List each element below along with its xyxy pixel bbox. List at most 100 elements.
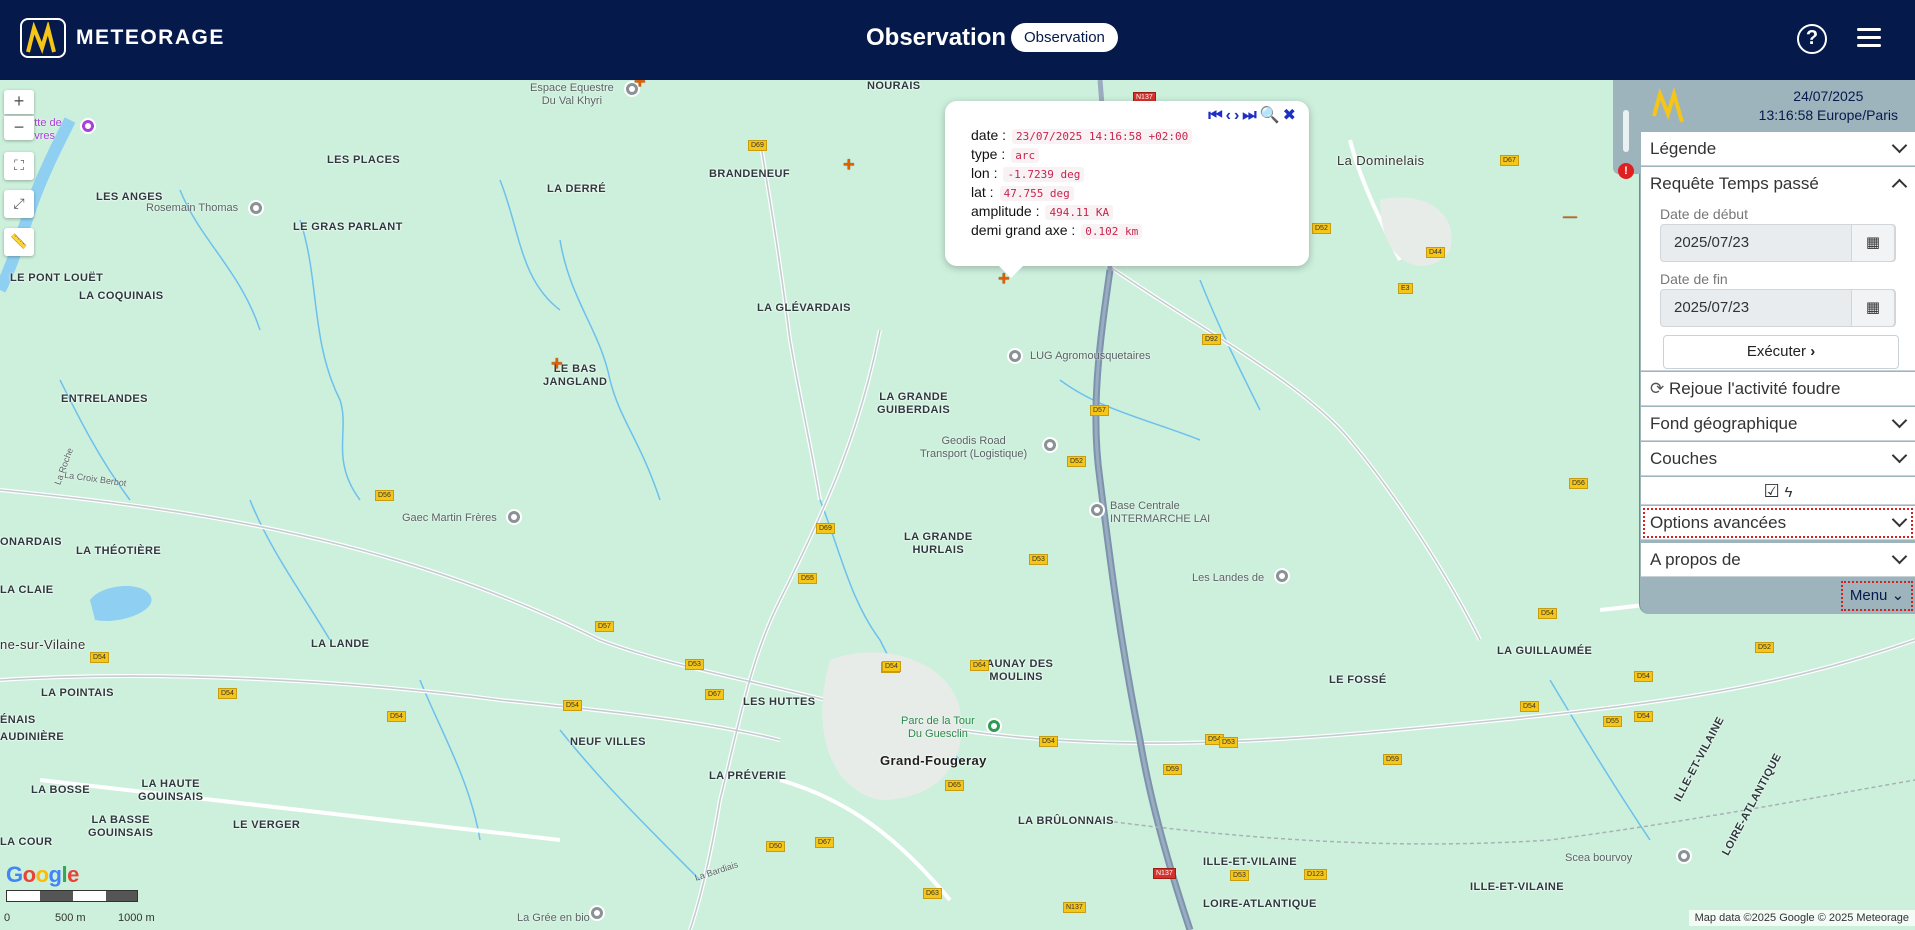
road-number-tag: D63 — [923, 888, 942, 899]
place-label: LE PONT LOUËT — [10, 272, 104, 284]
road-number-tag: D56 — [1569, 478, 1588, 489]
place-label: LES HUTTES — [743, 696, 816, 708]
legende-label: Légende — [1650, 139, 1717, 158]
road-number-tag: D55 — [798, 573, 817, 584]
apropos-section[interactable]: A propos de — [1641, 543, 1915, 577]
calendar-icon[interactable]: ▦ — [1851, 289, 1895, 327]
app-header: METEORAGE Observation Observation ? — [0, 0, 1915, 80]
poi-pin-icon[interactable] — [986, 718, 1002, 734]
first-icon[interactable]: ⏮ — [1208, 107, 1223, 125]
road-number-tag: D67 — [705, 689, 724, 700]
popup-row-label: type : — [971, 146, 1006, 162]
options-section[interactable]: Options avancées — [1641, 506, 1915, 540]
place-label: LA THÉOTIÈRE — [76, 545, 162, 557]
road-number-tag: D54 — [882, 661, 901, 672]
poi-pin-icon[interactable] — [248, 200, 264, 216]
strike-info-popup: ⏮ ‹ › ⏭ 🔍 ✖ date : 23/07/2025 14:16:58 +02:00 t… — [945, 101, 1309, 278]
ruler-icon[interactable]: 📏 — [4, 228, 34, 256]
fullscreen-icon[interactable]: ⛶ — [4, 152, 34, 180]
road-number-tag: D53 — [1219, 737, 1238, 748]
executer-button[interactable]: Exécuter › — [1663, 335, 1899, 369]
couches-label: Couches — [1650, 449, 1718, 468]
road-number-tag: D54 — [90, 652, 109, 663]
place-label: LA BOSSE — [31, 784, 91, 796]
road-number-tag: D53 — [1230, 870, 1249, 881]
zoom-icon[interactable]: 🔍 — [1260, 105, 1281, 125]
next-icon[interactable]: › — [1234, 107, 1240, 125]
poi-label: Base Centrale INTERMARCHE LAI — [1110, 500, 1211, 525]
panel-datetime: 24/07/2025 13:16:58 Europe/Paris — [1759, 87, 1898, 125]
popup-row-value: 494.11 KA — [1045, 205, 1114, 220]
requete-label: Requête Temps passé — [1650, 174, 1819, 193]
alert-icon[interactable]: ! — [1618, 163, 1634, 179]
popup-row-label: lon : — [971, 165, 998, 181]
map-attribution: Map data ©2025 Google © 2025 Meteorage — [1688, 910, 1915, 926]
date-fin-label: Date de fin — [1660, 271, 1728, 287]
date-debut-field[interactable]: 2025/07/23 ▦ — [1660, 224, 1896, 262]
poi-label: La Grée en bio — [517, 912, 590, 924]
road-number-tag: D50 — [766, 841, 785, 852]
requete-section[interactable]: Requête Temps passé — [1641, 167, 1915, 201]
rejoue-section[interactable]: ⟳ Rejoue l'activité foudre — [1641, 372, 1915, 406]
popup-row-label: demi grand axe : — [971, 222, 1076, 238]
scale-label-zero: 0 — [4, 912, 11, 924]
checkbox-icon[interactable]: ☑ — [1764, 481, 1780, 501]
place-label: ENTRELANDES — [61, 393, 148, 405]
help-circle-icon[interactable]: ? — [1797, 24, 1827, 54]
popup-nav: ⏮ ‹ › ⏭ 🔍 ✖ — [1206, 105, 1297, 125]
date-debut-label: Date de début — [1660, 206, 1748, 222]
expand-icon[interactable]: ⤢ — [4, 190, 34, 218]
popup-rows: date : 23/07/2025 14:16:58 +02:00 type : ar… — [971, 127, 1193, 241]
road-number-tag: D53 — [1029, 554, 1048, 565]
road-number-tag: D54 — [1039, 736, 1058, 747]
mode-pill[interactable]: Observation — [1011, 23, 1118, 52]
poi-pin-icon[interactable] — [506, 509, 522, 525]
place-label: Grand-Fougeray — [880, 753, 987, 768]
popup-row-value: -1.7239 deg — [1003, 167, 1085, 182]
place-label: LAUNAY DES MOULINS — [979, 658, 1054, 683]
lightning-strike-icon[interactable]: + — [551, 354, 563, 374]
chevron-down-icon — [1891, 511, 1908, 528]
lightning-strike-icon[interactable]: + — [843, 155, 855, 175]
menu-footer-button[interactable]: Menu ⌄ — [1841, 581, 1913, 611]
chevron-down-icon — [1891, 447, 1908, 464]
lightning-icon[interactable]: ϟ — [1784, 484, 1792, 501]
road-number-tag: D44 — [1426, 247, 1445, 258]
poi-pin-icon[interactable] — [1042, 437, 1058, 453]
place-label: LA DERRÉ — [547, 183, 607, 195]
poi-pin-icon[interactable] — [1676, 848, 1692, 864]
poi-label: Scea bourvoy — [1565, 852, 1633, 864]
last-icon[interactable]: ⏭ — [1242, 107, 1257, 125]
panel-collapse-tab[interactable]: ! — [1613, 80, 1640, 179]
poi-pin-icon[interactable] — [1007, 348, 1023, 364]
place-label: LES PLACES — [327, 154, 401, 166]
road-number-tag: D52 — [1755, 642, 1774, 653]
close-icon[interactable]: ✖ — [1283, 105, 1297, 125]
road-number-tag: D57 — [595, 621, 614, 632]
place-label: LA BRÛLONNAIS — [1018, 815, 1114, 827]
popup-row-label: date : — [971, 127, 1007, 143]
couches-section[interactable]: Couches — [1641, 442, 1915, 476]
lightning-strike-icon[interactable]: + — [634, 80, 646, 92]
poi-pin-icon[interactable] — [1089, 502, 1105, 518]
panel-top: 24/07/2025 13:16:58 Europe/Paris — [1640, 80, 1915, 132]
hamburger-icon[interactable] — [1857, 28, 1881, 50]
popup-row: demi grand axe : 0.102 km — [971, 222, 1192, 241]
prev-icon[interactable]: ‹ — [1226, 107, 1232, 125]
poi-pin-icon[interactable] — [589, 905, 605, 921]
scale-label-end: 1000 m — [118, 912, 155, 924]
poi-pin-icon[interactable] — [80, 118, 96, 134]
lightning-strike-icon[interactable]: — — [1563, 206, 1577, 226]
road-number-tag: D92 — [1202, 334, 1221, 345]
place-label: LA COQUINAIS — [79, 290, 164, 302]
legende-section[interactable]: Légende — [1641, 132, 1915, 166]
fond-section[interactable]: Fond géographique — [1641, 407, 1915, 441]
date-debut-value: 2025/07/23 — [1674, 234, 1750, 251]
zoom-in-button[interactable]: + — [4, 90, 34, 114]
zoom-out-button[interactable]: − — [4, 116, 34, 140]
calendar-icon[interactable]: ▦ — [1851, 224, 1895, 262]
side-panel: 24/07/2025 13:16:58 Europe/Paris Légende… — [1639, 80, 1915, 614]
date-fin-field[interactable]: 2025/07/23 ▦ — [1660, 289, 1896, 327]
meteorage-logo[interactable]: METEORAGE — [20, 18, 225, 58]
poi-pin-icon[interactable] — [1274, 568, 1290, 584]
